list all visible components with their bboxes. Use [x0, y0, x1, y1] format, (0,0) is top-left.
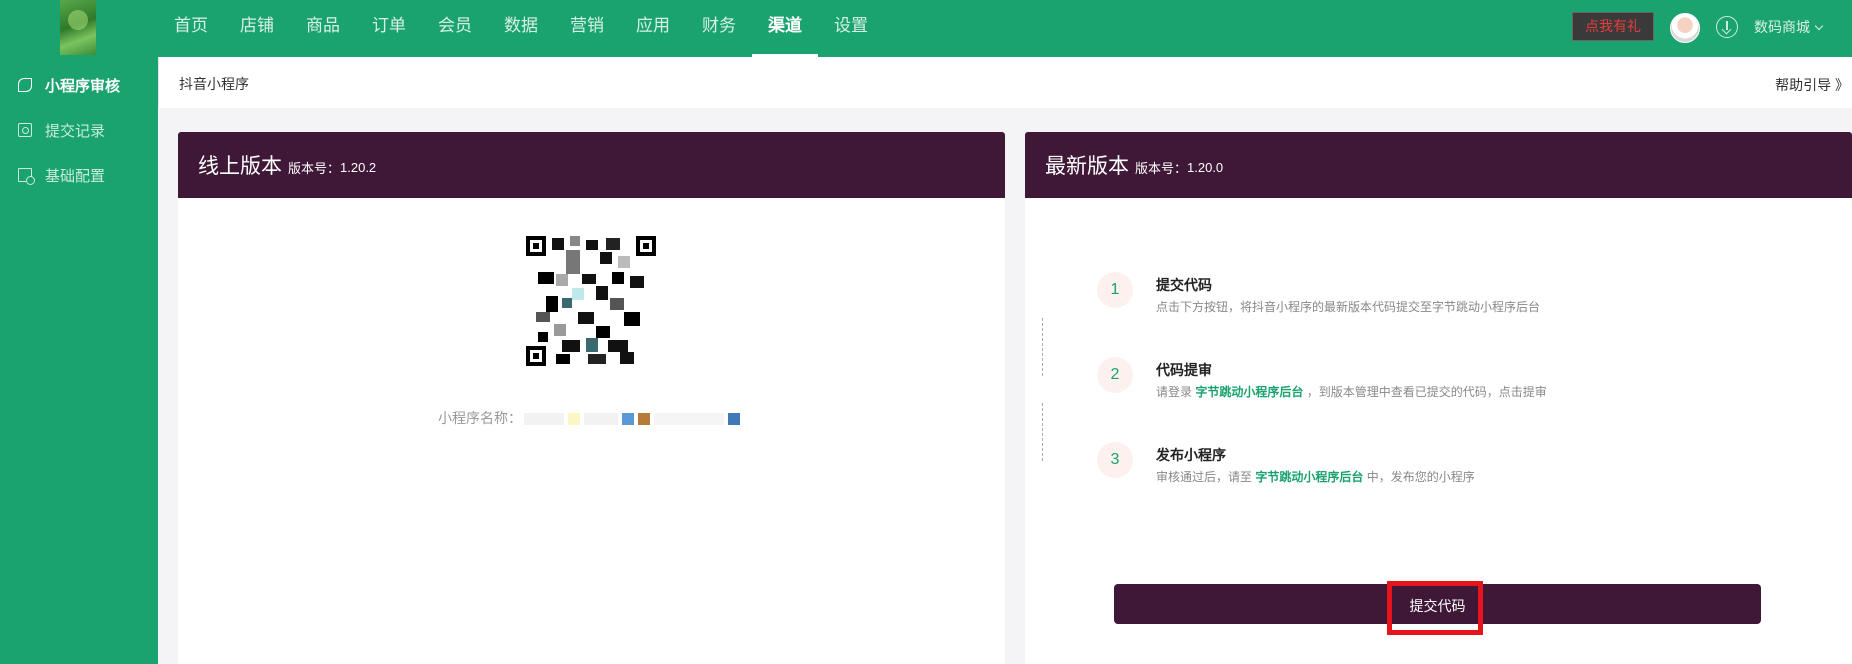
chevron-down-icon — [1814, 21, 1824, 31]
shop-logo[interactable] — [60, 0, 96, 55]
step-title: 提交代码 — [1156, 277, 1212, 293]
nav-goods[interactable]: 商品 — [290, 0, 356, 57]
step-connector — [1042, 318, 1043, 376]
qr-finder — [526, 346, 546, 366]
version-label: 版本号： — [1135, 160, 1188, 176]
step-title: 发布小程序 — [1156, 447, 1226, 463]
sidebar-item-label: 提交记录 — [45, 122, 106, 140]
step-connector — [1042, 403, 1043, 461]
highlight-annotation — [1387, 581, 1483, 635]
avatar[interactable] — [1670, 13, 1700, 43]
bytedance-console-link[interactable]: 字节跳动小程序后台 — [1255, 470, 1363, 484]
shop-switcher[interactable]: 数码商城 — [1754, 17, 1824, 37]
nav-data[interactable]: 数据 — [488, 0, 554, 57]
card-header: 线上版本 版本号： 1.20.2 — [178, 132, 1005, 198]
step-title: 代码提审 — [1156, 362, 1212, 378]
nav-home[interactable]: 首页 — [158, 0, 224, 57]
help-guide-link[interactable]: 帮助引导 》 — [1775, 75, 1849, 95]
app-name-row: 小程序名称： — [438, 408, 742, 428]
download-icon[interactable] — [1716, 16, 1738, 38]
version-label: 版本号： — [288, 160, 341, 176]
config-icon — [18, 168, 35, 185]
nav-apps[interactable]: 应用 — [620, 0, 686, 57]
nav-members[interactable]: 会员 — [422, 0, 488, 57]
sidebar-item-label: 基础配置 — [45, 167, 106, 185]
top-bar: 首页 店铺 商品 订单 会员 数据 营销 应用 财务 渠道 设置 点我有礼 数码… — [0, 0, 1852, 57]
step-description: 点击下方按钮，将抖音小程序的最新版本代码提交至字节跳动小程序后台 — [1156, 300, 1541, 314]
main-nav: 首页 店铺 商品 订单 会员 数据 营销 应用 财务 渠道 设置 — [158, 0, 884, 57]
shop-name-label: 数码商城 — [1754, 19, 1810, 35]
sidebar-item-config[interactable]: 基础配置 — [18, 163, 105, 187]
nav-marketing[interactable]: 营销 — [554, 0, 620, 57]
sidebar-item-review[interactable]: 小程序审核 — [18, 73, 120, 97]
qr-code — [526, 236, 656, 366]
step-number: 2 — [1097, 357, 1133, 393]
card-header: 最新版本 版本号： 1.20.0 — [1025, 132, 1852, 198]
qr-finder — [636, 236, 656, 256]
nav-orders[interactable]: 订单 — [356, 0, 422, 57]
card-title: 线上版本 — [198, 155, 282, 178]
nav-channels[interactable]: 渠道 — [752, 0, 818, 57]
link-icon — [18, 78, 32, 92]
bytedance-console-link[interactable]: 字节跳动小程序后台 — [1195, 385, 1303, 399]
app-name-label: 小程序名称： — [438, 410, 522, 426]
step-number: 3 — [1097, 442, 1133, 478]
nav-settings[interactable]: 设置 — [818, 0, 884, 57]
card-title: 最新版本 — [1045, 155, 1129, 178]
nav-finance[interactable]: 财务 — [686, 0, 752, 57]
sidebar-item-label: 小程序审核 — [45, 77, 121, 95]
step-number: 1 — [1097, 272, 1133, 308]
page-header: 抖音小程序 帮助引导 》 — [158, 57, 1852, 108]
qr-finder — [526, 236, 546, 256]
record-icon — [18, 123, 32, 137]
sidebar: 小程序审核 提交记录 基础配置 — [0, 57, 158, 664]
gift-button[interactable]: 点我有礼 — [1572, 12, 1654, 41]
page-title: 抖音小程序 — [179, 76, 249, 92]
step-description: 审核通过后，请至 字节跳动小程序后台 中，发布您的小程序 — [1156, 470, 1475, 484]
sidebar-item-records[interactable]: 提交记录 — [18, 118, 105, 142]
version-number: 1.20.0 — [1187, 159, 1224, 175]
nav-store[interactable]: 店铺 — [224, 0, 290, 57]
version-number: 1.20.2 — [340, 159, 377, 175]
online-version-card: 线上版本 版本号： 1.20.2 小程序名称： — [178, 132, 1005, 664]
step-description: 请登录 字节跳动小程序后台 ，到版本管理中查看已提交的代码，点击提审 — [1156, 385, 1547, 399]
